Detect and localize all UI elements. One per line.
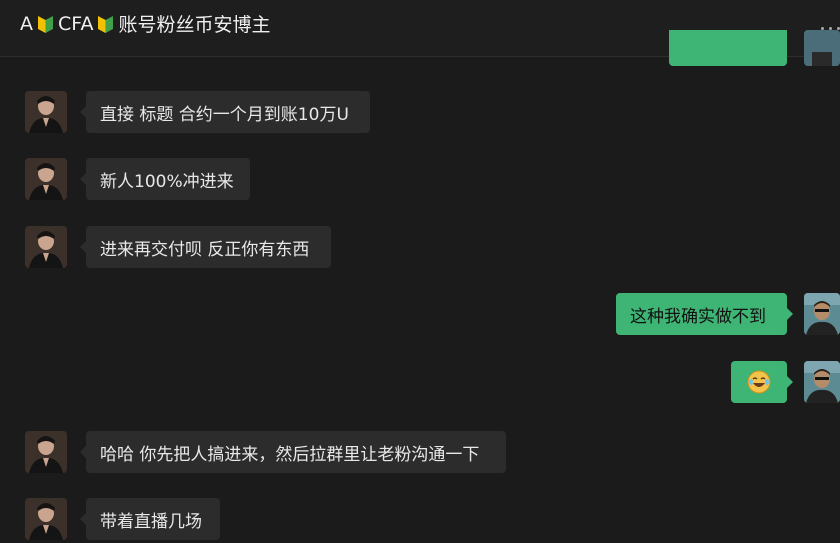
contact-avatar[interactable] [25,226,67,268]
contact-avatar[interactable] [25,158,67,200]
beginner-mark-icon [38,15,53,33]
contact-avatar[interactable] [25,91,67,133]
message-bubble[interactable]: 哈哈 你先把人搞进来，然后拉群里让老粉沟通一下 [86,431,506,473]
message-bubble-partial[interactable] [669,30,787,66]
message-bubble[interactable]: 进来再交付呗 反正你有东西 [86,226,331,268]
title-prefix: A [20,12,33,35]
chat-window: A CFA 账号粉丝币安博主 直接 标题 合约一个月到账10万U 新人100%冲… [0,0,840,543]
title-suffix: 账号粉丝币安博主 [118,14,271,36]
message-bubble[interactable]: 带着直播几场 [86,498,220,540]
contact-avatar[interactable] [25,431,67,473]
title-mid: CFA [58,12,94,35]
chat-title: A CFA 账号粉丝币安博主 [20,10,270,37]
laughing-crying-emoji-icon [747,370,771,394]
self-avatar[interactable] [804,361,840,403]
contact-avatar[interactable] [25,498,67,540]
self-avatar[interactable] [804,293,840,335]
beginner-mark-icon [98,15,114,33]
message-bubble-emoji[interactable] [731,361,787,403]
self-avatar-partial[interactable] [804,30,840,66]
message-bubble[interactable]: 这种我确实做不到 [616,293,787,335]
message-bubble[interactable]: 直接 标题 合约一个月到账10万U [86,91,370,133]
message-bubble[interactable]: 新人100%冲进来 [86,158,250,200]
